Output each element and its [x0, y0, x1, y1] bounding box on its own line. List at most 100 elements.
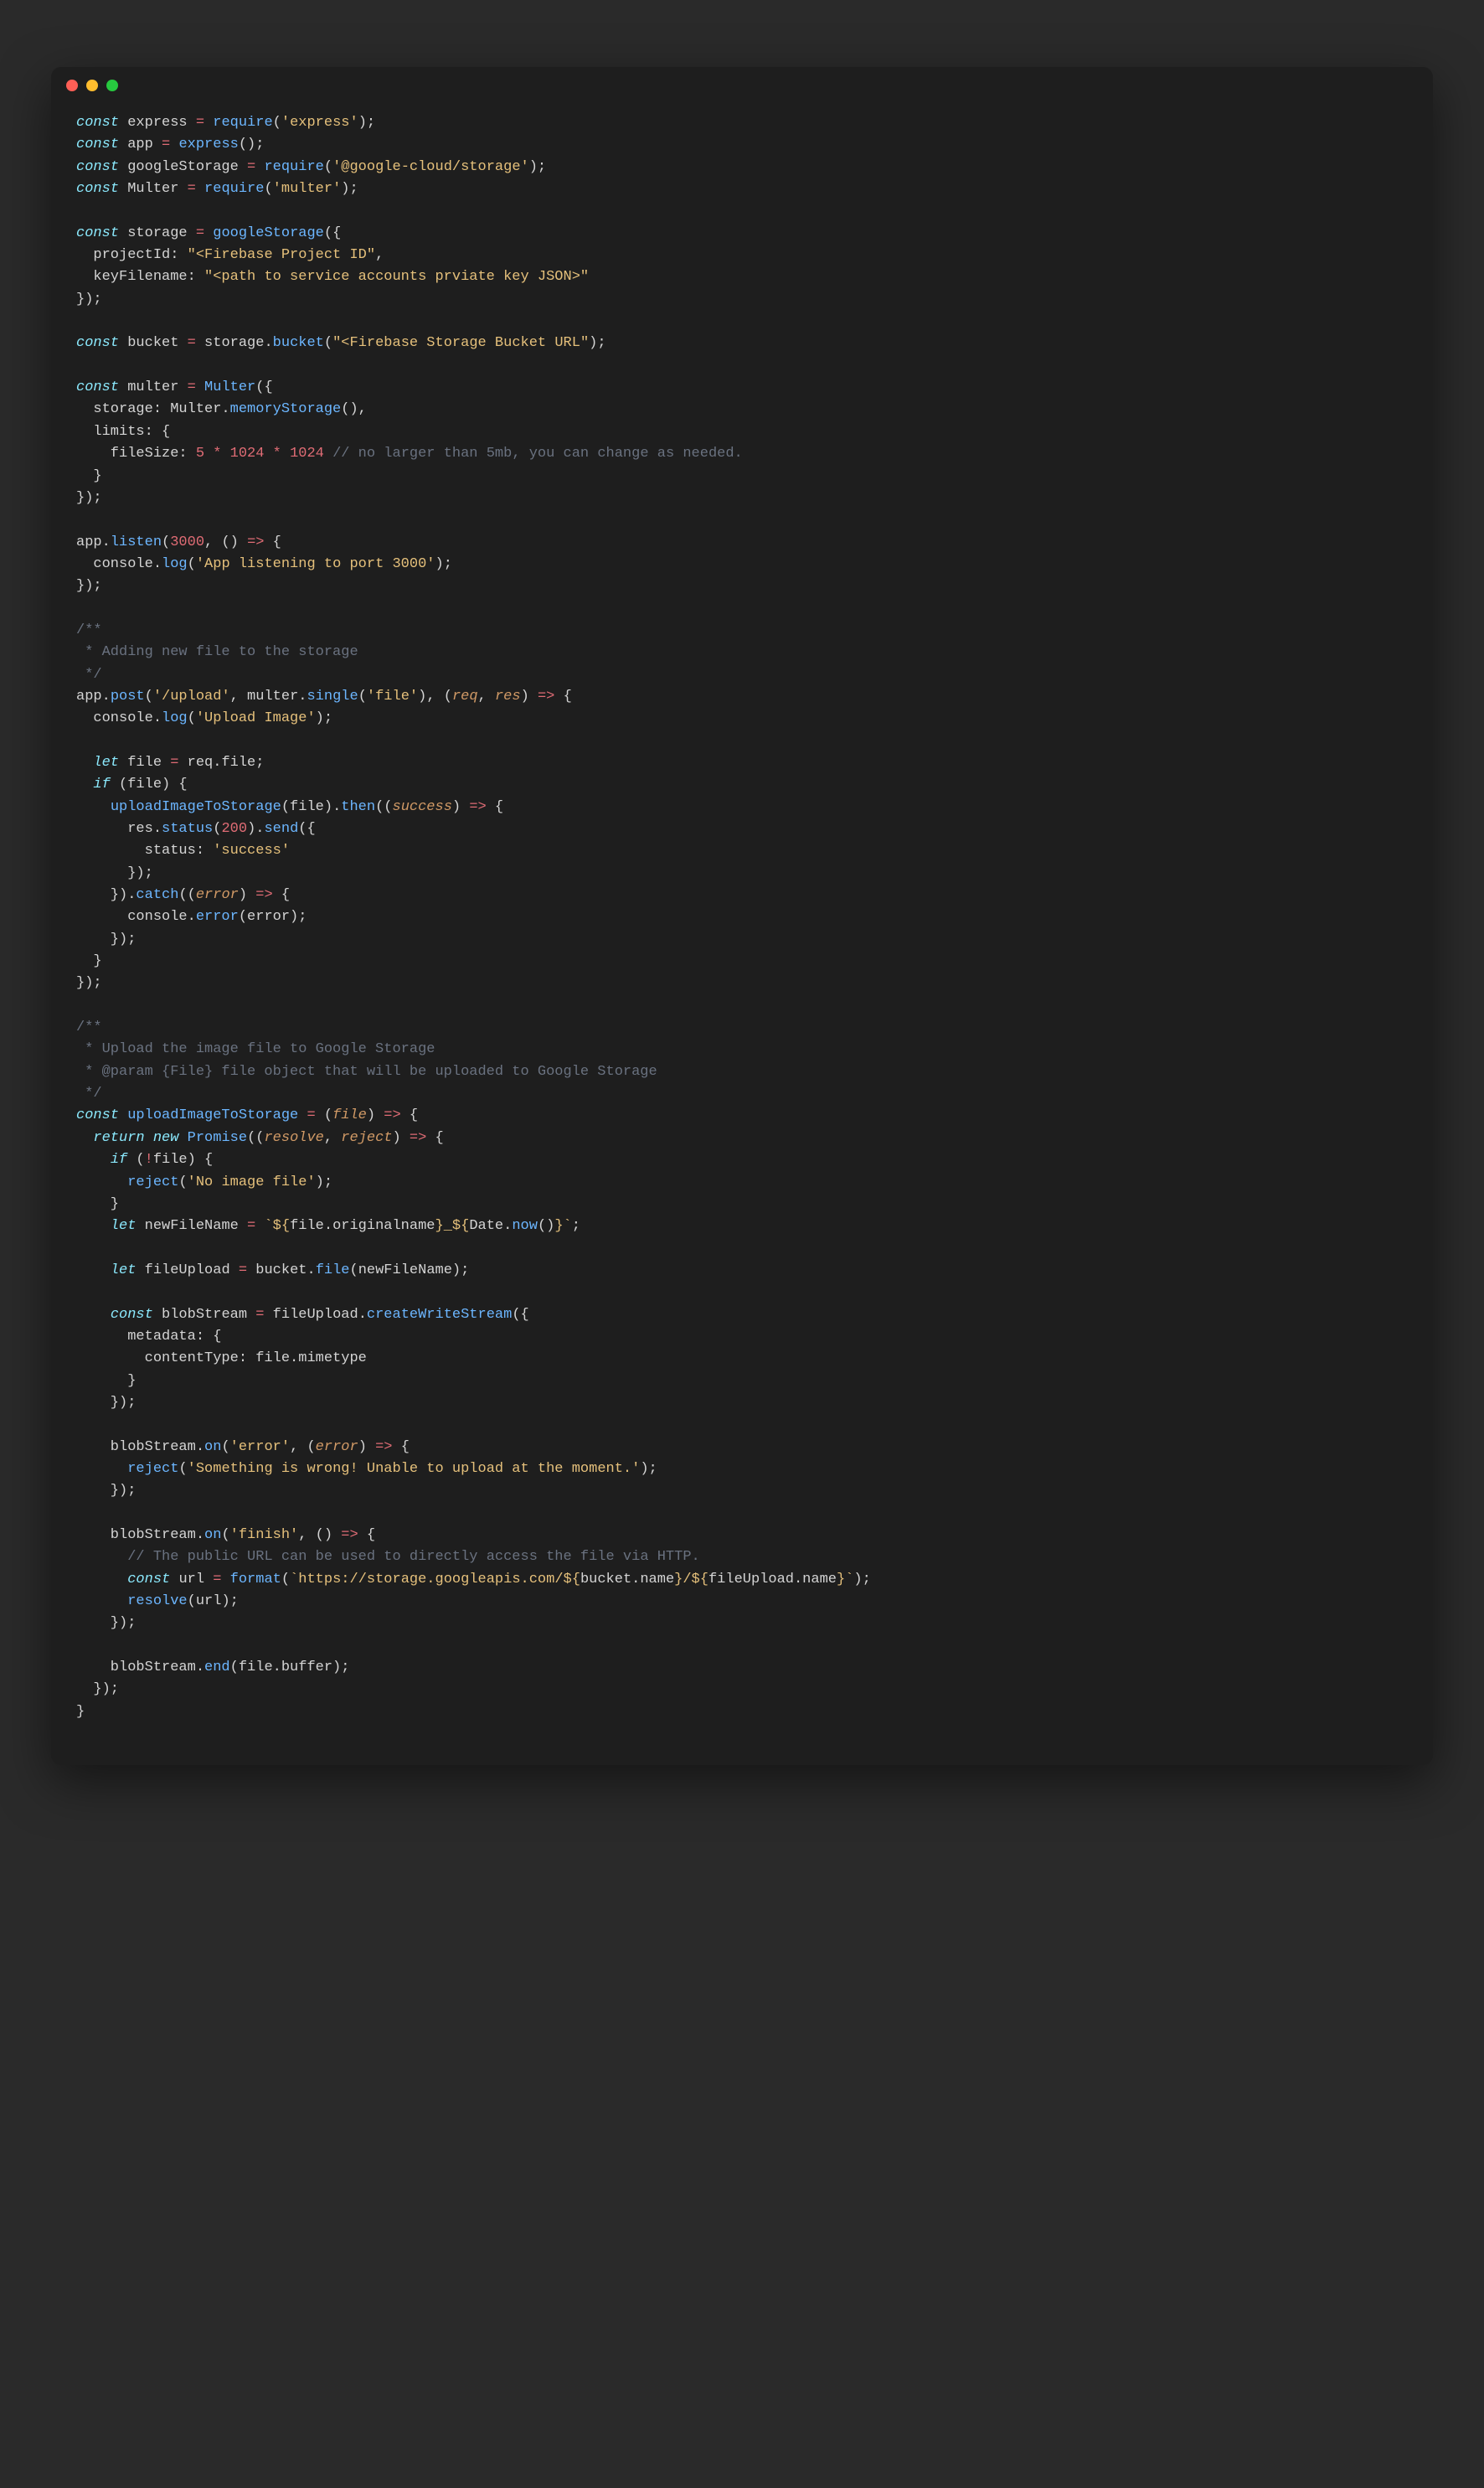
code-token: console.	[76, 710, 162, 726]
code-token: (	[273, 115, 281, 131]
code-token: let	[111, 1262, 145, 1278]
code-token: /**	[76, 622, 102, 638]
code-token: end	[204, 1660, 230, 1675]
code-token: fileUpload.name	[709, 1572, 837, 1587]
code-token: }`	[554, 1218, 571, 1234]
code-line	[76, 1635, 1408, 1657]
code-token: =>	[538, 689, 554, 705]
code-token: );	[341, 181, 358, 197]
code-editor[interactable]: const express = require('express');const…	[51, 104, 1433, 1765]
code-token: file	[316, 1262, 350, 1278]
code-token: 3000	[170, 534, 204, 550]
code-token: app.	[76, 534, 111, 550]
code-token: fileUpload	[145, 1262, 230, 1278]
code-token: ({	[298, 821, 315, 837]
code-token: ,	[324, 1130, 341, 1146]
code-line: const url = format(`https://storage.goog…	[76, 1569, 1408, 1591]
code-token	[76, 1152, 111, 1168]
code-line: reject('No image file');	[76, 1172, 1408, 1194]
code-token: url	[178, 1572, 204, 1587]
code-token: (	[145, 689, 153, 705]
code-token: */	[76, 1086, 102, 1102]
code-token: *	[204, 446, 230, 462]
code-token: =	[239, 159, 265, 175]
code-token: }	[76, 953, 102, 969]
code-line	[76, 1503, 1408, 1525]
code-token: on	[204, 1527, 221, 1543]
code-token: });	[76, 1395, 136, 1411]
code-token: =	[178, 335, 204, 351]
maximize-icon[interactable]	[106, 80, 118, 91]
code-line: app.listen(3000, () => {	[76, 532, 1408, 554]
code-token	[76, 1130, 93, 1146]
code-token: return	[93, 1130, 152, 1146]
code-token: (	[324, 1107, 332, 1123]
code-token: =>	[255, 887, 272, 903]
code-token: listen	[111, 534, 162, 550]
code-token	[76, 1218, 111, 1234]
code-line: // The public URL can be used to directl…	[76, 1546, 1408, 1568]
code-token: log	[162, 556, 188, 572]
code-token: =	[204, 1572, 230, 1587]
code-token: status	[162, 821, 213, 837]
code-token: require	[204, 181, 264, 197]
code-token: =>	[247, 534, 264, 550]
code-token: )	[358, 1439, 375, 1455]
code-line: let fileUpload = bucket.file(newFileName…	[76, 1260, 1408, 1282]
code-line: const Multer = require('multer');	[76, 178, 1408, 200]
code-token: '/upload'	[153, 689, 230, 705]
close-icon[interactable]	[66, 80, 78, 91]
code-token: ();	[239, 137, 265, 152]
code-line: const app = express();	[76, 134, 1408, 156]
code-token: (	[264, 181, 272, 197]
code-token: =	[153, 137, 179, 152]
code-token: new	[153, 1130, 188, 1146]
code-token: const	[76, 1107, 127, 1123]
code-token: ({	[255, 379, 272, 395]
code-token: on	[204, 1439, 221, 1455]
code-token: Promise	[188, 1130, 247, 1146]
code-token: 'multer'	[273, 181, 342, 197]
code-token: {	[554, 689, 571, 705]
code-token: const	[76, 181, 127, 197]
code-token: file	[127, 755, 162, 771]
code-token: let	[111, 1218, 145, 1234]
code-token: catch	[136, 887, 178, 903]
code-token: file	[332, 1107, 367, 1123]
code-token	[76, 1461, 127, 1477]
code-token: (url);	[188, 1593, 239, 1609]
code-token: const	[76, 137, 127, 152]
code-token: require	[264, 159, 323, 175]
code-token: }/${	[674, 1572, 709, 1587]
code-token: single	[307, 689, 358, 705]
code-line: * @param {File} file object that will be…	[76, 1061, 1408, 1083]
code-token: {	[393, 1439, 410, 1455]
code-token: express	[127, 115, 187, 131]
code-token: fileUpload.	[273, 1307, 367, 1323]
code-token: blobStream	[162, 1307, 247, 1323]
minimize-icon[interactable]	[86, 80, 98, 91]
code-token: express	[178, 137, 238, 152]
code-line: });	[76, 1679, 1408, 1701]
code-token: );	[435, 556, 452, 572]
code-token: )	[521, 689, 538, 705]
code-token: });	[76, 292, 102, 307]
code-token: app.	[76, 689, 111, 705]
code-token: 'success'	[213, 843, 290, 859]
code-token: =	[247, 1307, 273, 1323]
code-token: );	[529, 159, 546, 175]
code-token: const	[76, 115, 127, 131]
code-token: blobStream.	[76, 1660, 204, 1675]
code-token: console.	[76, 909, 196, 925]
code-token: bucket.name	[580, 1572, 674, 1587]
code-token: log	[162, 710, 188, 726]
code-token: (	[178, 1461, 187, 1477]
code-token: );	[640, 1461, 657, 1477]
code-token: !	[145, 1152, 153, 1168]
code-token: ()	[538, 1218, 554, 1234]
code-token: const	[76, 159, 127, 175]
code-token: googleStorage	[213, 225, 324, 241]
code-line: console.log('App listening to port 3000'…	[76, 554, 1408, 576]
code-line: const storage = googleStorage({	[76, 223, 1408, 245]
code-token: * Upload the image file to Google Storag…	[76, 1041, 435, 1057]
